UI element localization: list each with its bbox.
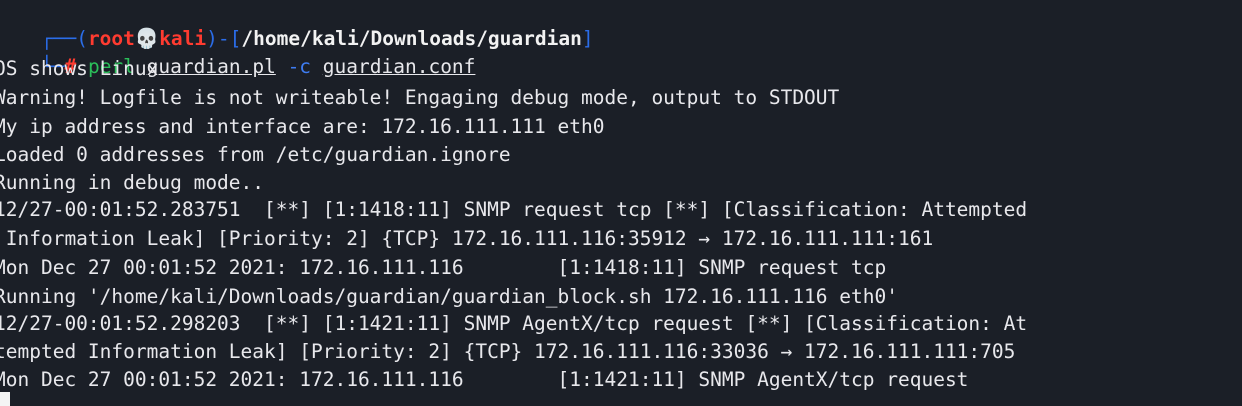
output-line: Running in debug mode.. [0,171,265,194]
output-line: Warning! Logfile is not writeable! Engag… [0,86,840,109]
command-config-arg: guardian.conf [322,55,476,78]
output-line: OS shows Linux [0,57,159,80]
output-line: My ip address and interface are: 172.16.… [0,115,605,138]
prompt-line-top: ┌──(root💀kali)-[/home/kali/Downloads/gua… [0,0,594,50]
output-line: tempted Information Leak] [Priority: 2] … [0,340,1016,363]
command-line: └─# perl guardian.pl -c guardian.conf [0,25,475,78]
command-script-arg: guardian.pl [146,55,276,78]
output-line: Running '/home/kali/Downloads/guardian/g… [0,285,898,308]
output-line: 12/27-00:01:52.283751 [**] [1:1418:11] S… [0,198,1028,221]
output-line: Mon Dec 27 00:01:52 2021: 172.16.111.116… [0,256,887,279]
prompt-close: ] [581,27,594,50]
output-line: 12/27-00:01:52.298203 [**] [1:1421:11] S… [0,312,1028,335]
output-line: Loaded 0 addresses from /etc/guardian.ig… [0,143,511,166]
command-flag: -c [287,55,312,78]
output-line: Mon Dec 27 00:01:52 2021: 172.16.111.116… [0,368,969,391]
terminal-cursor [0,392,10,406]
output-line: Information Leak] [Priority: 2] {TCP} 17… [0,227,934,250]
terminal-window[interactable]: ┌──(root💀kali)-[/home/kali/Downloads/gua… [0,0,1242,406]
